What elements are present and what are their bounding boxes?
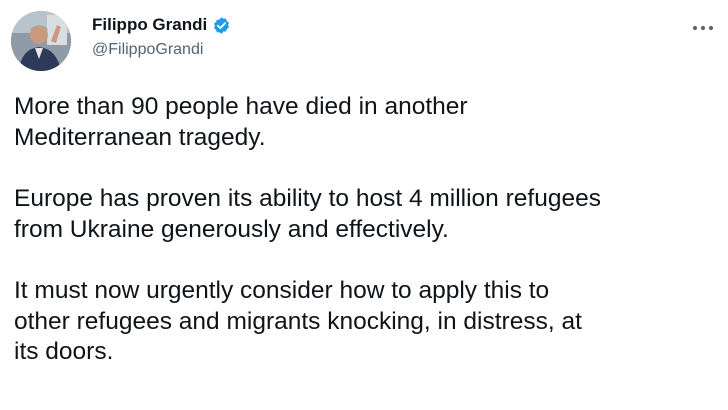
tweet-text: More than 90 people have died in another… xyxy=(14,92,714,399)
verified-badge-icon xyxy=(212,16,231,35)
avatar[interactable] xyxy=(11,11,71,71)
author-handle[interactable]: @FilippoGrandi xyxy=(92,40,203,60)
tweet-paragraph: It must now urgently consider how to app… xyxy=(14,277,582,365)
more-horizontal-icon xyxy=(693,26,713,30)
author-name-row: Filippo Grandi xyxy=(92,15,231,35)
tweet-card: Filippo Grandi @FilippoGrandi More than … xyxy=(0,0,728,410)
avatar-photo xyxy=(11,11,71,71)
tweet-paragraph: More than 90 people have died in another… xyxy=(14,93,468,151)
tweet-paragraph: Europe has proven its ability to host 4 … xyxy=(14,185,601,243)
author-name[interactable]: Filippo Grandi xyxy=(92,15,207,35)
more-options-button[interactable] xyxy=(690,18,716,38)
